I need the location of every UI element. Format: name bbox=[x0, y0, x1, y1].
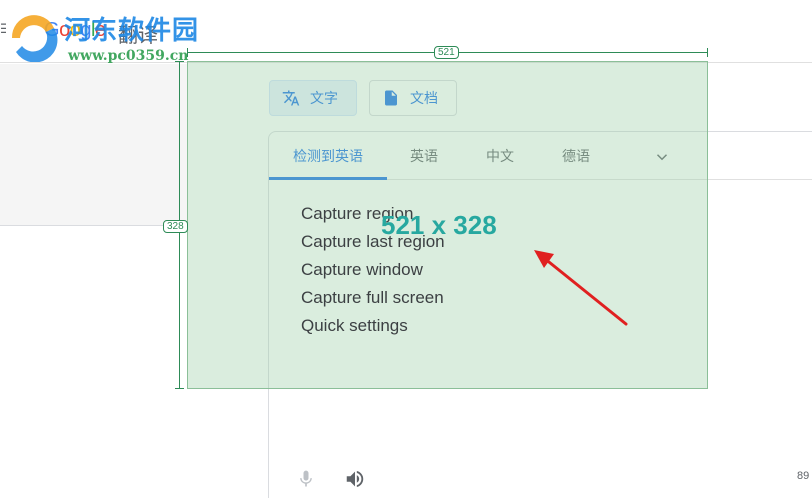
watermark-url: www.pc0359.cn bbox=[68, 48, 189, 64]
character-count: 89 bbox=[797, 470, 810, 482]
speaker-icon[interactable] bbox=[344, 468, 366, 490]
left-panel bbox=[0, 64, 188, 226]
height-label: 328 bbox=[163, 220, 188, 233]
red-arrow-annotation bbox=[534, 250, 628, 326]
quick-settings-item[interactable]: Quick settings bbox=[301, 315, 445, 343]
size-readout: 521 x 328 bbox=[381, 210, 497, 240]
microphone-icon[interactable] bbox=[296, 468, 316, 490]
width-label: 521 bbox=[434, 46, 459, 59]
capture-full-screen-item[interactable]: Capture full screen bbox=[301, 287, 445, 315]
capture-window-item[interactable]: Capture window bbox=[301, 259, 445, 287]
watermark-title: 河东软件园 bbox=[64, 16, 200, 46]
watermark-logo-icon bbox=[11, 15, 58, 62]
